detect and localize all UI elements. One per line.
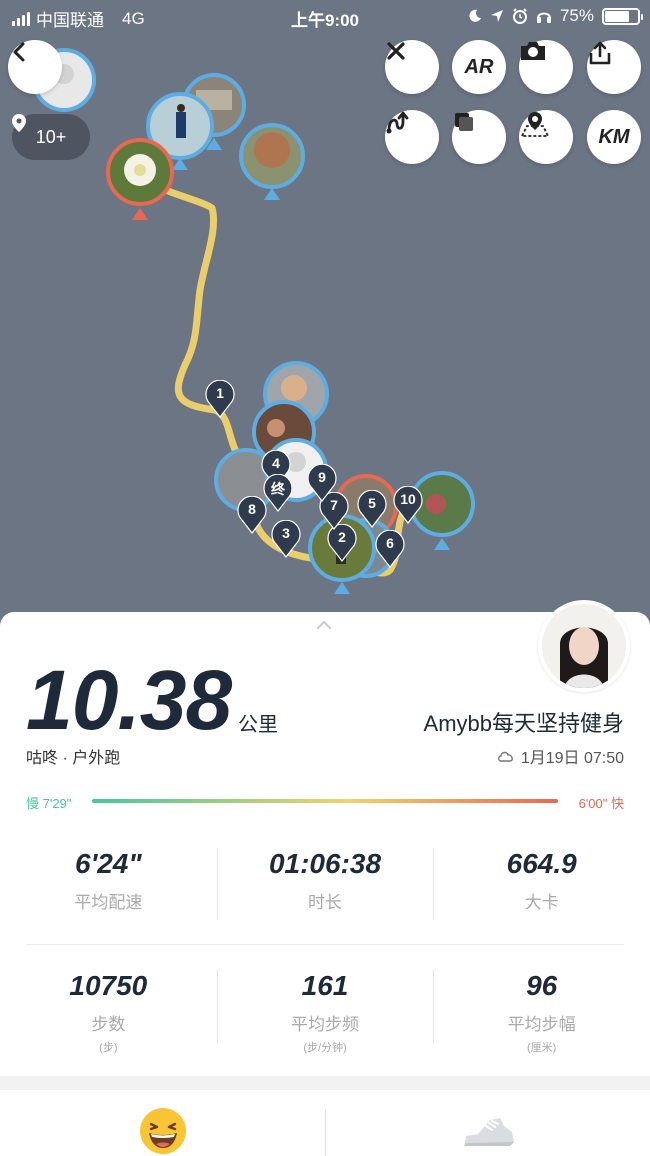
km-marker[interactable]: 10: [393, 486, 423, 524]
stat-steps: 10750 步数 (步): [0, 970, 217, 1055]
km-marker-label: 10: [400, 491, 416, 507]
pace-fastest: 6'00" 快: [578, 796, 624, 811]
km-marker-label: 6: [386, 535, 394, 551]
stat-unit: (步/分钟): [303, 1042, 347, 1054]
km-marker[interactable]: 6: [375, 530, 405, 568]
stat-label: 平均步频: [291, 1015, 359, 1034]
km-marker-label: 9: [318, 469, 326, 485]
photo-pin[interactable]: [239, 123, 305, 200]
stats-row-primary: 6'24" 平均配速 01:06:38 时长 664.9 大卡: [0, 848, 650, 920]
user-avatar[interactable]: [538, 600, 630, 692]
bottom-bar-divider: [325, 1110, 326, 1156]
route-replay-button[interactable]: [385, 110, 439, 164]
layers-button[interactable]: [452, 110, 506, 164]
running-shoe-icon: [464, 1118, 514, 1146]
stat-label: 步数: [91, 1015, 126, 1034]
stat-label: 时长: [308, 893, 342, 912]
km-marker[interactable]: 5: [357, 490, 387, 528]
pace-slowest: 慢 7'29": [26, 796, 72, 811]
stat-value: 96: [526, 970, 558, 1001]
route-map[interactable]: 1 2 3 4 5 6 7 8 9 10 终 10+ AR KM: [0, 0, 650, 640]
km-marker-label: 1: [216, 385, 224, 401]
activity-type: 咕咚 · 户外跑: [26, 750, 121, 767]
cloud-icon: [497, 751, 513, 762]
camera-button[interactable]: [519, 40, 573, 94]
headphones-icon: [536, 12, 551, 23]
chevron-left-icon: [13, 42, 25, 62]
alarm-icon: [512, 8, 527, 24]
photo-pin[interactable]: [106, 138, 174, 220]
km-marker[interactable]: 终: [263, 474, 293, 512]
pace-gradient: 慢 7'29" 6'00" 快: [26, 792, 624, 812]
stat-avg-pace: 6'24" 平均配速: [0, 848, 217, 913]
status-bar: 中国联通 4G 上午9:00 75%: [0, 0, 650, 34]
km-marker-label: 3: [282, 525, 290, 541]
km-marker[interactable]: 9: [307, 464, 337, 502]
share-icon: [589, 41, 611, 65]
stat-label: 大卡: [524, 893, 559, 912]
close-icon: [387, 42, 405, 60]
back-button[interactable]: [8, 40, 62, 94]
location-pin-icon: [12, 114, 26, 132]
ar-label: AR: [464, 55, 494, 78]
stats-row-secondary: 10750 步数 (步) 161 平均步频 (步/分钟) 96 平均步幅 (厘米…: [0, 970, 650, 1055]
camera-icon: [521, 42, 545, 60]
route-map-canvas: [32, 48, 475, 594]
stats-divider: [26, 944, 624, 945]
battery-percent: 75%: [559, 6, 594, 25]
location-arrow-icon: [490, 10, 503, 22]
route-replay-icon: [386, 111, 409, 134]
ar-button[interactable]: AR: [452, 40, 506, 94]
map-location-button[interactable]: [519, 110, 573, 164]
section-separator: [0, 1076, 650, 1090]
stat-unit: (步): [99, 1042, 118, 1054]
stat-stride: 96 平均步幅 (厘米): [433, 970, 650, 1055]
layers-icon: [455, 113, 473, 131]
km-marker-label: 2: [338, 529, 346, 545]
moon-icon: [469, 9, 481, 22]
km-marker-label: 4: [272, 455, 280, 471]
workout-date: 1月19日 07:50: [520, 750, 624, 767]
stat-label: 平均步幅: [507, 1015, 576, 1034]
km-marker-label: 终: [271, 481, 285, 497]
stat-value: 01:06:38: [268, 848, 382, 879]
stat-label: 平均配速: [74, 893, 143, 912]
km-marker[interactable]: 3: [271, 520, 301, 558]
stat-value: 161: [301, 970, 349, 1001]
pace-bar: [92, 799, 558, 803]
laughing-emoji-icon: [140, 1108, 186, 1154]
photo-count-button[interactable]: 10+: [12, 114, 90, 160]
workout-datetime: 1月19日 07:50: [497, 744, 624, 768]
stat-value: 664.9: [506, 848, 577, 879]
stat-duration: 01:06:38 时长: [216, 848, 434, 920]
stat-value: 10750: [69, 970, 148, 1001]
photo-count-label: 10+: [35, 126, 67, 147]
emoji-feedback-button[interactable]: [138, 1106, 188, 1156]
avatar-image: [542, 604, 626, 688]
km-label: KM: [598, 125, 630, 148]
distance-value: 10.38: [26, 653, 232, 747]
stat-calories: 664.9 大卡: [433, 848, 650, 920]
chevron-up-icon[interactable]: [316, 620, 332, 630]
km-marker-label: 5: [368, 495, 376, 511]
username[interactable]: Amybb每天坚持健身: [424, 706, 624, 738]
share-button[interactable]: [587, 40, 641, 94]
map-pin-icon: [520, 112, 550, 137]
stat-cadence: 161 平均步频 (步/分钟): [216, 970, 434, 1055]
stat-unit: (厘米): [527, 1042, 557, 1054]
battery-icon: [602, 7, 643, 25]
shoe-button[interactable]: [460, 1112, 516, 1152]
close-button[interactable]: [385, 40, 439, 94]
workout-summary-card[interactable]: 10.38 公里 咕咚 · 户外跑 Amybb每天坚持健身 1月19日 07:5…: [0, 600, 650, 1156]
unit-km-button[interactable]: KM: [587, 110, 641, 164]
km-marker[interactable]: 1: [205, 380, 235, 418]
distance-unit: 公里: [238, 714, 278, 736]
bottom-action-bar: [0, 1090, 650, 1156]
stat-value: 6'24": [75, 848, 142, 879]
